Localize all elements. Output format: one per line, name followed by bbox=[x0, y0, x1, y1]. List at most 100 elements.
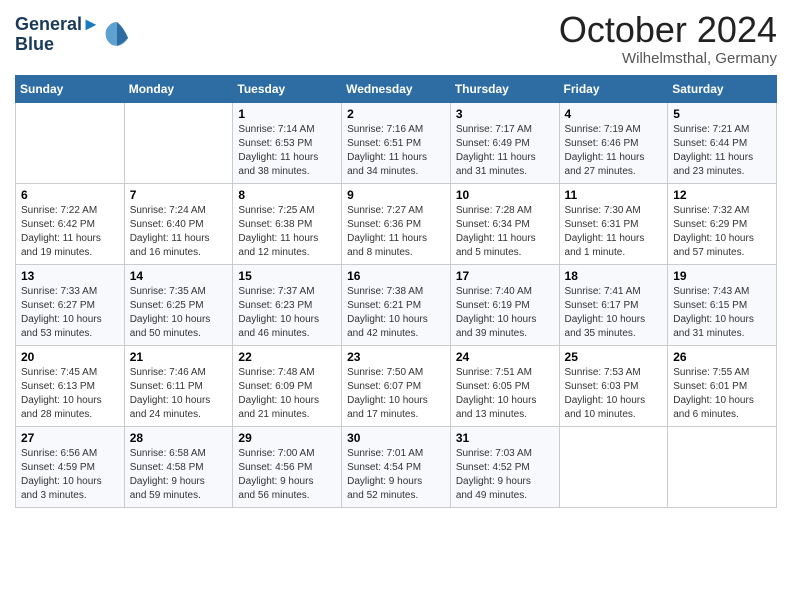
weekday-header-sunday: Sunday bbox=[16, 75, 125, 102]
calendar-day-cell: 24Sunrise: 7:51 AM Sunset: 6:05 PM Dayli… bbox=[450, 345, 559, 426]
calendar-day-cell: 7 Sunrise: 7:24 AM Sunset: 6:40 PM Daylig… bbox=[124, 183, 233, 264]
day-number: 3 bbox=[456, 107, 554, 121]
calendar-day-cell: 18 Sunrise: 7:41 AM Sunset: 6:17 PM Dayli… bbox=[559, 264, 668, 345]
day-number: 9 bbox=[347, 188, 445, 202]
day-info: Sunrise: 7:41 AM Sunset: 6:17 PM Dayligh… bbox=[565, 285, 663, 341]
day-number: 28 bbox=[130, 431, 228, 445]
day-info: Sunrise: 7:33 AM Sunset: 6:27 PM Dayligh… bbox=[21, 285, 119, 341]
day-info: Sunrise: 7:24 AM Sunset: 6:40 PM Dayligh… bbox=[130, 204, 228, 260]
empty-day-cell bbox=[668, 426, 777, 507]
day-number: 22 bbox=[238, 350, 336, 364]
calendar-day-cell: 3 Sunrise: 7:17 AM Sunset: 6:49 PM Daylig… bbox=[450, 102, 559, 183]
day-number: 13 bbox=[21, 269, 119, 283]
calendar-day-cell: 8 Sunrise: 7:25 AM Sunset: 6:38 PM Daylig… bbox=[233, 183, 342, 264]
calendar-day-cell: 25 Sunrise: 7:53 AM Sunset: 6:03 PM Dayli… bbox=[559, 345, 668, 426]
day-number: 14 bbox=[130, 269, 228, 283]
calendar-day-cell: 10 Sunrise: 7:28 AM Sunset: 6:34 PM Dayli… bbox=[450, 183, 559, 264]
calendar-day-cell: 16Sunrise: 7:38 AM Sunset: 6:21 PM Dayli… bbox=[342, 264, 451, 345]
day-info: Sunrise: 7:00 AM Sunset: 4:56 PM Dayligh… bbox=[238, 447, 336, 503]
day-info: Sunrise: 7:30 AM Sunset: 6:31 PM Dayligh… bbox=[565, 204, 663, 260]
calendar-day-cell: 20Sunrise: 7:45 AM Sunset: 6:13 PM Dayli… bbox=[16, 345, 125, 426]
day-info: Sunrise: 7:37 AM Sunset: 6:23 PM Dayligh… bbox=[238, 285, 336, 341]
day-info: Sunrise: 7:45 AM Sunset: 6:13 PM Dayligh… bbox=[21, 366, 119, 422]
day-info: Sunrise: 7:28 AM Sunset: 6:34 PM Dayligh… bbox=[456, 204, 554, 260]
calendar-day-cell: 4Sunrise: 7:19 AM Sunset: 6:46 PM Daylig… bbox=[559, 102, 668, 183]
calendar-week-row: 1 Sunrise: 7:14 AM Sunset: 6:53 PM Daylig… bbox=[16, 102, 777, 183]
day-info: Sunrise: 7:50 AM Sunset: 6:07 PM Dayligh… bbox=[347, 366, 445, 422]
day-number: 1 bbox=[238, 107, 336, 121]
day-info: Sunrise: 7:22 AM Sunset: 6:42 PM Dayligh… bbox=[21, 204, 119, 260]
day-info: Sunrise: 7:21 AM Sunset: 6:44 PM Dayligh… bbox=[673, 123, 771, 179]
weekday-header-saturday: Saturday bbox=[668, 75, 777, 102]
empty-day-cell bbox=[16, 102, 125, 183]
day-number: 18 bbox=[565, 269, 663, 283]
day-info: Sunrise: 7:40 AM Sunset: 6:19 PM Dayligh… bbox=[456, 285, 554, 341]
day-info: Sunrise: 7:48 AM Sunset: 6:09 PM Dayligh… bbox=[238, 366, 336, 422]
day-info: Sunrise: 7:43 AM Sunset: 6:15 PM Dayligh… bbox=[673, 285, 771, 341]
day-number: 16 bbox=[347, 269, 445, 283]
month-title: October 2024 bbox=[559, 10, 777, 50]
title-block: October 2024 Wilhelmsthal, Germany bbox=[559, 10, 777, 67]
day-number: 21 bbox=[130, 350, 228, 364]
calendar-day-cell: 27Sunrise: 6:56 AM Sunset: 4:59 PM Dayli… bbox=[16, 426, 125, 507]
calendar-day-cell: 2 Sunrise: 7:16 AM Sunset: 6:51 PM Daylig… bbox=[342, 102, 451, 183]
day-info: Sunrise: 7:01 AM Sunset: 4:54 PM Dayligh… bbox=[347, 447, 445, 503]
calendar-day-cell: 29 Sunrise: 7:00 AM Sunset: 4:56 PM Dayli… bbox=[233, 426, 342, 507]
day-number: 7 bbox=[130, 188, 228, 202]
day-number: 2 bbox=[347, 107, 445, 121]
day-number: 12 bbox=[673, 188, 771, 202]
logo: General►Blue bbox=[15, 15, 132, 55]
day-info: Sunrise: 7:14 AM Sunset: 6:53 PM Dayligh… bbox=[238, 123, 336, 179]
day-number: 11 bbox=[565, 188, 663, 202]
day-number: 24 bbox=[456, 350, 554, 364]
day-info: Sunrise: 7:16 AM Sunset: 6:51 PM Dayligh… bbox=[347, 123, 445, 179]
weekday-header-thursday: Thursday bbox=[450, 75, 559, 102]
calendar-day-cell: 17 Sunrise: 7:40 AM Sunset: 6:19 PM Dayli… bbox=[450, 264, 559, 345]
day-info: Sunrise: 7:53 AM Sunset: 6:03 PM Dayligh… bbox=[565, 366, 663, 422]
day-number: 29 bbox=[238, 431, 336, 445]
day-info: Sunrise: 6:56 AM Sunset: 4:59 PM Dayligh… bbox=[21, 447, 119, 503]
calendar-day-cell: 22 Sunrise: 7:48 AM Sunset: 6:09 PM Dayli… bbox=[233, 345, 342, 426]
weekday-header-wednesday: Wednesday bbox=[342, 75, 451, 102]
day-info: Sunrise: 7:17 AM Sunset: 6:49 PM Dayligh… bbox=[456, 123, 554, 179]
day-info: Sunrise: 6:58 AM Sunset: 4:58 PM Dayligh… bbox=[130, 447, 228, 503]
calendar-day-cell: 1 Sunrise: 7:14 AM Sunset: 6:53 PM Daylig… bbox=[233, 102, 342, 183]
day-info: Sunrise: 7:03 AM Sunset: 4:52 PM Dayligh… bbox=[456, 447, 554, 503]
day-info: Sunrise: 7:25 AM Sunset: 6:38 PM Dayligh… bbox=[238, 204, 336, 260]
weekday-header-tuesday: Tuesday bbox=[233, 75, 342, 102]
day-number: 17 bbox=[456, 269, 554, 283]
day-info: Sunrise: 7:27 AM Sunset: 6:36 PM Dayligh… bbox=[347, 204, 445, 260]
day-number: 31 bbox=[456, 431, 554, 445]
calendar-day-cell: 6 Sunrise: 7:22 AM Sunset: 6:42 PM Daylig… bbox=[16, 183, 125, 264]
empty-day-cell bbox=[559, 426, 668, 507]
empty-day-cell bbox=[124, 102, 233, 183]
day-number: 25 bbox=[565, 350, 663, 364]
weekday-header-friday: Friday bbox=[559, 75, 668, 102]
calendar-day-cell: 30Sunrise: 7:01 AM Sunset: 4:54 PM Dayli… bbox=[342, 426, 451, 507]
day-number: 10 bbox=[456, 188, 554, 202]
calendar-day-cell: 11 Sunrise: 7:30 AM Sunset: 6:31 PM Dayli… bbox=[559, 183, 668, 264]
calendar-day-cell: 15 Sunrise: 7:37 AM Sunset: 6:23 PM Dayli… bbox=[233, 264, 342, 345]
calendar-week-row: 13 Sunrise: 7:33 AM Sunset: 6:27 PM Dayli… bbox=[16, 264, 777, 345]
day-info: Sunrise: 7:46 AM Sunset: 6:11 PM Dayligh… bbox=[130, 366, 228, 422]
day-number: 15 bbox=[238, 269, 336, 283]
calendar-day-cell: 26Sunrise: 7:55 AM Sunset: 6:01 PM Dayli… bbox=[668, 345, 777, 426]
calendar-day-cell: 13 Sunrise: 7:33 AM Sunset: 6:27 PM Dayli… bbox=[16, 264, 125, 345]
calendar-week-row: 6 Sunrise: 7:22 AM Sunset: 6:42 PM Daylig… bbox=[16, 183, 777, 264]
day-number: 8 bbox=[238, 188, 336, 202]
calendar-table: SundayMondayTuesdayWednesdayThursdayFrid… bbox=[15, 75, 777, 508]
day-number: 26 bbox=[673, 350, 771, 364]
day-info: Sunrise: 7:32 AM Sunset: 6:29 PM Dayligh… bbox=[673, 204, 771, 260]
weekday-header-row: SundayMondayTuesdayWednesdayThursdayFrid… bbox=[16, 75, 777, 102]
day-number: 6 bbox=[21, 188, 119, 202]
calendar-day-cell: 28 Sunrise: 6:58 AM Sunset: 4:58 PM Dayli… bbox=[124, 426, 233, 507]
calendar-day-cell: 14Sunrise: 7:35 AM Sunset: 6:25 PM Dayli… bbox=[124, 264, 233, 345]
calendar-week-row: 20Sunrise: 7:45 AM Sunset: 6:13 PM Dayli… bbox=[16, 345, 777, 426]
calendar-day-cell: 19 Sunrise: 7:43 AM Sunset: 6:15 PM Dayli… bbox=[668, 264, 777, 345]
calendar-day-cell: 5Sunrise: 7:21 AM Sunset: 6:44 PM Daylig… bbox=[668, 102, 777, 183]
calendar-day-cell: 12 Sunrise: 7:32 AM Sunset: 6:29 PM Dayli… bbox=[668, 183, 777, 264]
calendar-day-cell: 31 Sunrise: 7:03 AM Sunset: 4:52 PM Dayli… bbox=[450, 426, 559, 507]
day-number: 19 bbox=[673, 269, 771, 283]
weekday-header-monday: Monday bbox=[124, 75, 233, 102]
location: Wilhelmsthal, Germany bbox=[559, 50, 777, 67]
